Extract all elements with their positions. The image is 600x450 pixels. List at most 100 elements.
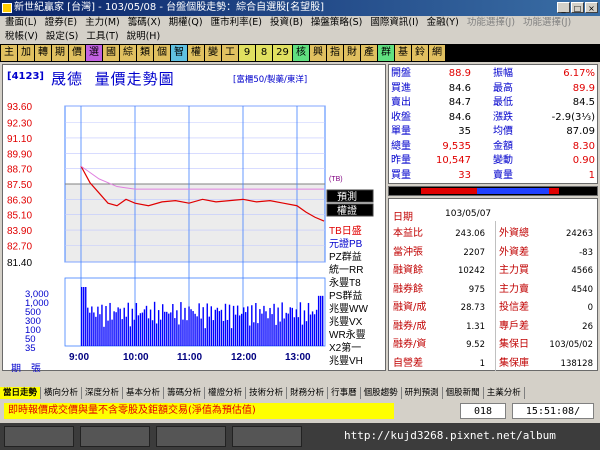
volume-bar <box>190 309 192 346</box>
quote-label: 收盤 <box>391 111 411 123</box>
volume-bar <box>216 307 219 346</box>
quote-label: 漲跌 <box>493 111 513 123</box>
menu-item[interactable]: 操盤策略(S) <box>308 16 367 30</box>
tab-analysis[interactable]: 個股趨勢 <box>360 387 402 399</box>
tab-analysis[interactable]: 基本分析 <box>123 387 165 399</box>
minimize-button[interactable]: _ <box>557 2 570 13</box>
status-bar: 即時報價成交價與量不含零股及鉅額交易(淨值為預估值) 018 15:51:08/ <box>0 399 600 423</box>
toolbar-button[interactable]: 智 <box>171 45 187 61</box>
menu-item[interactable]: 國際資訊(I) <box>367 16 423 30</box>
menu-item[interactable]: 功能選擇(J) <box>464 16 520 30</box>
volume-bar <box>147 318 150 346</box>
quote-value: 84.7 <box>448 97 471 108</box>
tab-analysis[interactable]: 行事曆 <box>328 387 361 399</box>
menu-item[interactable]: 說明(H) <box>124 30 166 44</box>
info-value: 138128 <box>560 358 593 369</box>
toolbar-button[interactable]: 個 <box>154 45 170 61</box>
toolbar-button[interactable]: 指 <box>327 45 343 61</box>
toolbar-button[interactable]: 加 <box>18 45 34 61</box>
toolbar-button[interactable]: 類 <box>137 45 153 61</box>
toolbar-button[interactable]: 鈴 <box>412 45 428 61</box>
volume-bar <box>317 295 320 346</box>
analysis-tabs: 當日走勢 橫向分析 深度分析 基本分析 籌碼分析 權證分析 技術分析 財務分析 行事曆 個股趨勢研… <box>0 387 600 399</box>
menu-item[interactable]: 匯市利率(E) <box>208 16 267 30</box>
volume-bar <box>137 315 140 346</box>
volume-bar <box>224 303 227 346</box>
broker-label: WR永豐 <box>329 328 366 341</box>
tab-analysis[interactable]: 主業分析 <box>483 387 525 399</box>
menu-item[interactable]: 工具(T) <box>83 30 123 44</box>
title-bar: 新世紀贏家 [台灣] - 103/05/08 - 台盤個股走勢：綜合自選股[名望… <box>0 0 600 16</box>
quote-value: 84.6 <box>448 111 471 123</box>
tab-analysis[interactable]: 個股新聞 <box>442 387 484 399</box>
toolbar-button[interactable]: 產 <box>361 45 377 61</box>
pressure-bar <box>388 186 598 196</box>
toolbar-button[interactable]: 9 <box>239 45 255 61</box>
tab-analysis[interactable]: 籌碼分析 <box>164 387 206 399</box>
toolbar-button[interactable]: 工 <box>222 45 238 61</box>
volume-bar <box>166 311 168 346</box>
toolbar-button[interactable]: 價 <box>69 45 85 61</box>
toolbar-button[interactable]: 國 <box>103 45 119 61</box>
taskbar-item[interactable] <box>156 426 226 447</box>
taskbar-item[interactable] <box>4 426 74 447</box>
maximize-button[interactable]: □ <box>571 2 584 13</box>
volume-bar <box>243 307 245 346</box>
taskbar-item[interactable] <box>80 426 150 447</box>
quote-row: 收盤 84.6 漲跌 -2.9(3⅓) <box>389 112 597 125</box>
toolbar-button[interactable]: 權 <box>188 45 204 61</box>
close-button[interactable]: × <box>585 2 598 13</box>
tab-analysis[interactable]: 技術分析 <box>246 387 288 399</box>
menu-item[interactable]: 主力(M) <box>82 16 125 30</box>
toolbar-button[interactable]: 期 <box>52 45 68 61</box>
quote-label: 金額 <box>493 140 513 152</box>
toolbar-button[interactable]: 財 <box>344 45 360 61</box>
menu-item[interactable]: 證券(E) <box>42 16 82 30</box>
toolbar-button[interactable]: 8 <box>256 45 272 61</box>
tab-analysis[interactable]: 財務分析 <box>287 387 329 399</box>
toolbar-button[interactable]: 核 <box>293 45 309 61</box>
volume-bar <box>95 316 97 346</box>
toolbar-button[interactable]: 網 <box>429 45 445 61</box>
tab-analysis[interactable]: 研判預測 <box>401 387 443 399</box>
volume-bar <box>155 323 158 346</box>
tab-analysis[interactable]: 橫向分析 <box>41 387 83 399</box>
menu-item[interactable]: 功能選擇(J) <box>520 16 576 30</box>
tab-analysis[interactable]: 權證分析 <box>205 387 247 399</box>
time-tick-label: 9:00 <box>69 352 89 363</box>
toolbar-button[interactable]: 綜 <box>120 45 136 61</box>
broker-label: PS群益 <box>329 289 362 302</box>
taskbar-item[interactable] <box>232 426 302 447</box>
quote-label: 買進 <box>391 82 411 94</box>
status-time: 15:51:08/ <box>512 403 594 419</box>
toolbar-button[interactable]: 變 <box>205 45 221 61</box>
volume-bar <box>133 319 136 346</box>
toolbar-button[interactable]: 群 <box>378 45 394 61</box>
quote-value: 6.17% <box>563 68 595 79</box>
info-row: 自營差 1 集保庫 138128 <box>389 353 597 375</box>
menu-item[interactable]: 稅帳(V) <box>2 30 43 44</box>
price-tick-label: 86.30 <box>7 195 32 206</box>
stock-name: 晟德 <box>51 70 84 88</box>
menu-item[interactable]: 期權(Q) <box>166 16 208 30</box>
toolbar-button[interactable]: 基 <box>395 45 411 61</box>
volume-bar <box>178 324 180 346</box>
fundamental-info-panel: 日期 103/05/07 本益比 243.06 外資總 24263 當沖張 2207 外資差… <box>388 198 598 371</box>
toolbar-button[interactable]: 選 <box>86 45 102 61</box>
tab-analysis[interactable]: 深度分析 <box>82 387 124 399</box>
broker-label: ..... <box>329 369 343 372</box>
toolbar-button[interactable]: 29 <box>273 45 292 61</box>
toolbar-button[interactable]: 興 <box>310 45 326 61</box>
volume-bar <box>303 310 306 346</box>
menu-item[interactable]: 投資(B) <box>267 16 308 30</box>
volume-bar <box>210 306 212 346</box>
menu-item[interactable]: 籌碼(X) <box>125 16 166 30</box>
menu-item[interactable]: 金融(Y) <box>424 16 464 30</box>
tab-intraday[interactable]: 當日走勢 <box>0 387 42 399</box>
toolbar-button[interactable]: 主 <box>1 45 17 61</box>
menu-item[interactable]: 畫面(L) <box>2 16 42 30</box>
broker-label: TB日盛 <box>329 224 362 237</box>
menu-item[interactable]: 設定(S) <box>43 30 83 44</box>
toolbar-button[interactable]: 轉 <box>35 45 51 61</box>
quote-panel: 開盤 88.9 振幅 6.17% 買進 84.6 最高 89.9 賣出 84.7 最低 84.5 收盤 8… <box>388 64 598 184</box>
